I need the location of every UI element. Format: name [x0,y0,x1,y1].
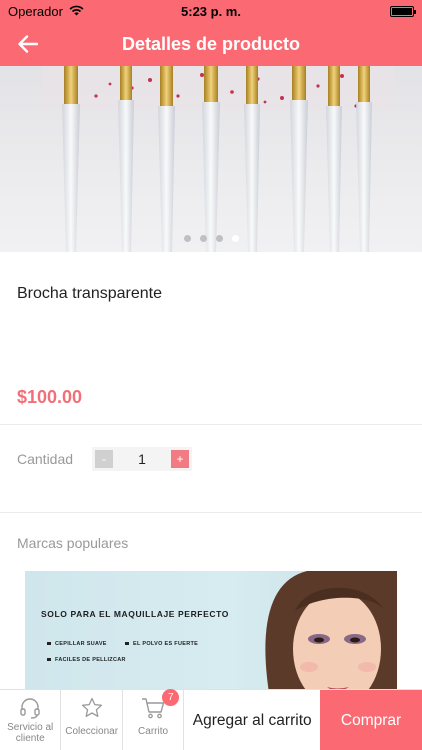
quantity-row: Cantidad - 1 + [0,425,422,513]
banner-feature-text: CEPILLAR SUAVE [55,641,107,647]
carousel-dot[interactable] [183,235,191,242]
product-name: Brocha transparente [17,285,162,302]
banner-feature-2: EL POLVO ES FUERTE [125,641,198,647]
quantity-stepper: - 1 + [92,447,192,471]
carousel-dot[interactable] [199,235,207,242]
bullet-icon [125,642,129,646]
bullet-icon [47,658,51,662]
carousel-dots [0,235,422,242]
cart-button[interactable]: Carrito 7 [123,689,185,750]
star-icon [81,697,102,717]
banner-feature-text: EL POLVO ES FUERTE [133,641,199,647]
collect-label: Coleccionar [65,726,119,737]
add-to-cart-button[interactable]: Agregar al carrito [184,690,321,750]
banner-feature-1: CEPILLAR SUAVE [47,641,107,647]
bottom-action-bar: Servicio al cliente Coleccionar Carrito … [0,689,422,750]
battery-level [392,7,412,15]
wifi-icon [69,4,84,19]
back-button[interactable] [14,30,42,58]
headset-icon [20,698,40,719]
quantity-value[interactable]: 1 [138,451,146,467]
carousel-dot[interactable] [231,235,239,242]
bullet-icon [47,642,51,646]
product-image [42,66,394,252]
page-title: Detalles de producto [121,33,301,54]
status-bar: Operador 5:23 p. m. [0,0,422,22]
navigation-bar: Detalles de producto [0,22,422,66]
carousel-dot[interactable] [215,235,223,242]
buy-button[interactable]: Comprar [320,690,422,750]
increase-quantity-button[interactable]: + [170,450,189,468]
divider [0,512,422,513]
decrease-quantity-button[interactable]: - [95,450,113,468]
customer-service-button[interactable]: Servicio al cliente [0,690,62,750]
back-arrow-icon [18,35,38,53]
product-price: $100.00 [17,387,83,407]
brands-section-label: Marcas populares [17,535,129,551]
cart-count-badge: 7 [162,689,180,706]
carrier-label: Operador [8,3,63,19]
banner-feature-3: FACILES DE PELLIZCAR [47,657,126,663]
battery-icon [390,5,416,17]
banner-headline: SOLO PARA EL MAQUILLAJE PERFECTO [41,609,229,619]
product-info: Brocha transparente $100.00 [0,252,422,424]
status-left: Operador [8,4,84,19]
product-image-carousel[interactable] [0,66,422,252]
collect-button[interactable]: Coleccionar [61,690,123,750]
customer-service-label: Servicio al cliente [7,722,54,744]
quantity-label: Cantidad [17,451,74,467]
cart-label: Carrito [138,726,169,737]
banner-feature-text: FACILES DE PELLIZCAR [55,657,126,663]
